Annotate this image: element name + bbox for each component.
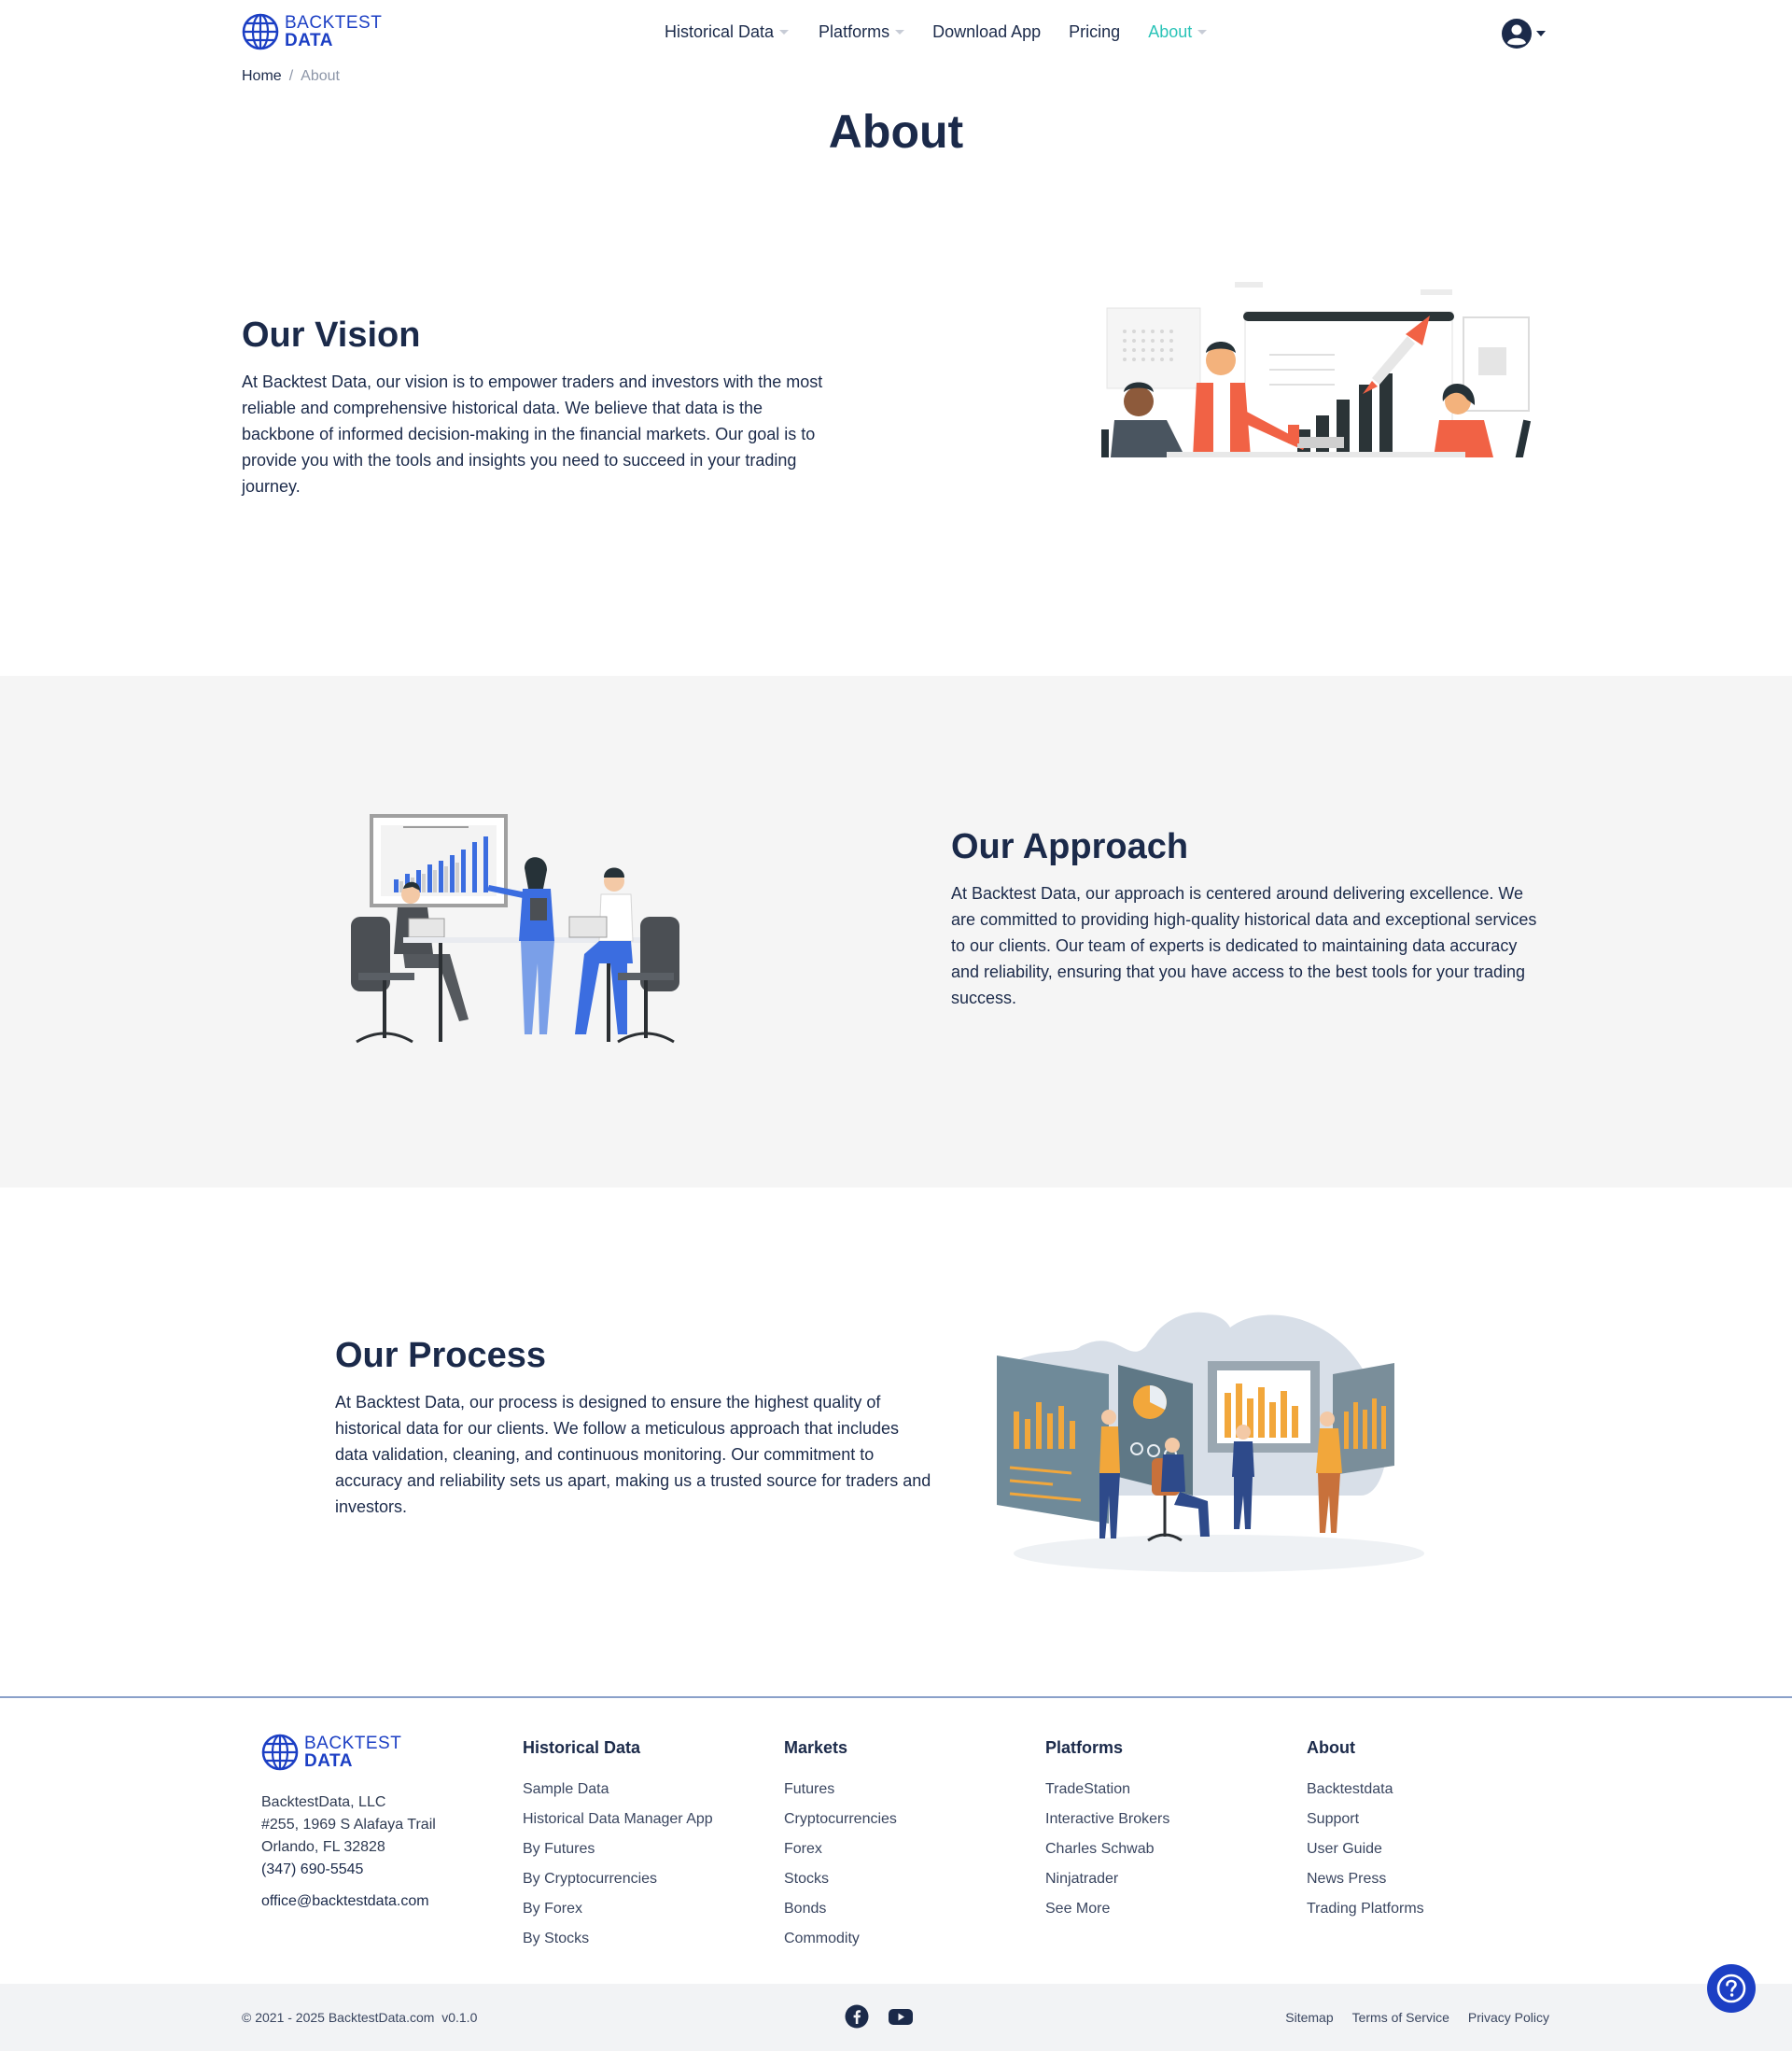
footer-col-markets: Markets Futures Cryptocurrencies Forex S… [784, 1738, 897, 1954]
user-circle-icon [1502, 19, 1532, 49]
chevron-down-icon [1197, 30, 1208, 35]
nav-platforms[interactable]: Platforms [819, 22, 905, 42]
top-navbar: BACKTEST DATA Historical Data Platforms … [0, 0, 1792, 67]
nav-download-app-label: Download App [932, 22, 1042, 41]
process-body: At Backtest Data, our process is designe… [335, 1393, 931, 1516]
footer-brand-line2: DATA [304, 1751, 353, 1771]
approach-body: At Backtest Data, our approach is center… [951, 884, 1537, 1007]
footer-link[interactable]: Trading Platforms [1307, 1894, 1424, 1924]
brand-line2: DATA [285, 31, 333, 50]
footer-link[interactable]: News Press [1307, 1864, 1424, 1894]
nav-platforms-label: Platforms [819, 22, 890, 41]
nav-about[interactable]: About [1148, 22, 1208, 42]
chevron-down-icon [895, 30, 905, 35]
main-nav: Historical Data Platforms Download App P… [665, 22, 1235, 42]
help-button[interactable] [1707, 1964, 1756, 2013]
footer-link[interactable]: Sample Data [523, 1775, 713, 1805]
terms-link[interactable]: Terms of Service [1352, 2010, 1449, 2025]
footer-link[interactable]: Futures [784, 1775, 897, 1805]
globe-icon [242, 13, 279, 50]
footer-link[interactable]: Bonds [784, 1894, 897, 1924]
breadcrumb-current: About [301, 68, 340, 84]
footer-bottom-bar: © 2021 - 2025 BacktestData.com v0.1.0 Si… [0, 1984, 1792, 2051]
vision-text: Our Vision At Backtest Data, our vision … [242, 316, 839, 499]
legal-links: Sitemap Terms of Service Privacy Policy [1267, 2010, 1549, 2025]
nav-pricing[interactable]: Pricing [1069, 22, 1120, 42]
footer-link[interactable]: User Guide [1307, 1834, 1424, 1864]
address-line2: Orlando, FL 32828 [261, 1839, 385, 1855]
footer-link[interactable]: Cryptocurrencies [784, 1805, 897, 1834]
question-circle-icon [1716, 1974, 1746, 2003]
facebook-icon[interactable] [845, 2004, 869, 2033]
nav-historical-data-label: Historical Data [665, 22, 775, 41]
breadcrumb: Home / About [242, 68, 340, 85]
breadcrumb-separator: / [288, 68, 294, 84]
footer-link[interactable]: Stocks [784, 1864, 897, 1894]
version-label: v0.1.0 [441, 2010, 478, 2025]
footer-link[interactable]: Historical Data Manager App [523, 1805, 713, 1834]
footer-link[interactable]: See More [1045, 1894, 1169, 1924]
chevron-down-icon [779, 30, 790, 35]
copyright-text: © 2021 - 2025 BacktestData.com [242, 2010, 435, 2025]
process-text: Our Process At Backtest Data, our proces… [335, 1336, 932, 1520]
youtube-icon[interactable] [888, 2004, 914, 2033]
process-title: Our Process [335, 1336, 546, 1375]
vision-illustration [1101, 282, 1532, 457]
approach-illustration [351, 814, 679, 1044]
footer-link[interactable]: Interactive Brokers [1045, 1805, 1169, 1834]
nav-about-label: About [1148, 22, 1193, 41]
breadcrumb-home[interactable]: Home [242, 68, 282, 85]
vision-body: At Backtest Data, our vision is to empow… [242, 372, 823, 496]
footer-col-platforms: Platforms TradeStation Interactive Broke… [1045, 1738, 1169, 1924]
vision-section: Our Vision At Backtest Data, our vision … [0, 187, 1792, 676]
approach-text: Our Approach At Backtest Data, our appro… [951, 827, 1548, 1011]
process-illustration [997, 1312, 1424, 1572]
company-address: BacktestData, LLC #255, 1969 S Alafaya T… [261, 1791, 436, 1913]
vision-title: Our Vision [242, 316, 421, 355]
privacy-link[interactable]: Privacy Policy [1468, 2010, 1549, 2025]
approach-section: Our Approach At Backtest Data, our appro… [0, 676, 1792, 1187]
company-phone[interactable]: (347) 690-5545 [261, 1859, 436, 1881]
company-email[interactable]: office@backtestdata.com [261, 1890, 436, 1913]
brand-line1: BACKTEST [285, 13, 383, 33]
company-name: BacktestData, LLC [261, 1794, 386, 1810]
footer-col-title: Historical Data [523, 1738, 641, 1757]
footer-link[interactable]: Forex [784, 1834, 897, 1864]
footer-link[interactable]: By Cryptocurrencies [523, 1864, 713, 1894]
footer-col-historical-data: Historical Data Sample Data Historical D… [523, 1738, 713, 1954]
footer-link[interactable]: Backtestdata [1307, 1775, 1424, 1805]
brand-logo[interactable]: BACKTEST DATA [242, 13, 382, 50]
footer-link[interactable]: By Futures [523, 1834, 713, 1864]
footer-link[interactable]: TradeStation [1045, 1775, 1169, 1805]
footer: BACKTEST DATA BacktestData, LLC #255, 19… [0, 1698, 1792, 1984]
page-title: About [828, 105, 964, 158]
footer-brand-logo[interactable]: BACKTEST DATA [261, 1734, 401, 1771]
globe-icon [261, 1734, 299, 1771]
footer-col-about: About Backtestdata Support User Guide Ne… [1307, 1738, 1424, 1924]
address-line1: #255, 1969 S Alafaya Trail [261, 1817, 436, 1833]
footer-brand-line1: BACKTEST [304, 1734, 402, 1753]
footer-col-title: About [1307, 1738, 1355, 1757]
copyright: © 2021 - 2025 BacktestData.com v0.1.0 [242, 2010, 477, 2025]
footer-link[interactable]: By Stocks [523, 1924, 713, 1954]
social-links [845, 2004, 932, 2033]
footer-link[interactable]: Support [1307, 1805, 1424, 1834]
process-section: Our Process At Backtest Data, our proces… [0, 1187, 1792, 1696]
nav-historical-data[interactable]: Historical Data [665, 22, 790, 42]
footer-link[interactable]: Ninjatrader [1045, 1864, 1169, 1894]
nav-pricing-label: Pricing [1069, 22, 1121, 41]
footer-link[interactable]: Commodity [784, 1924, 897, 1954]
sitemap-link[interactable]: Sitemap [1285, 2010, 1333, 2025]
footer-col-title: Markets [784, 1738, 848, 1757]
footer-col-title: Platforms [1045, 1738, 1124, 1757]
nav-download-app[interactable]: Download App [932, 22, 1041, 42]
footer-link[interactable]: By Forex [523, 1894, 713, 1924]
caret-down-icon [1536, 31, 1546, 36]
user-menu-button[interactable] [1501, 18, 1546, 49]
approach-title: Our Approach [951, 827, 1189, 866]
footer-link[interactable]: Charles Schwab [1045, 1834, 1169, 1864]
